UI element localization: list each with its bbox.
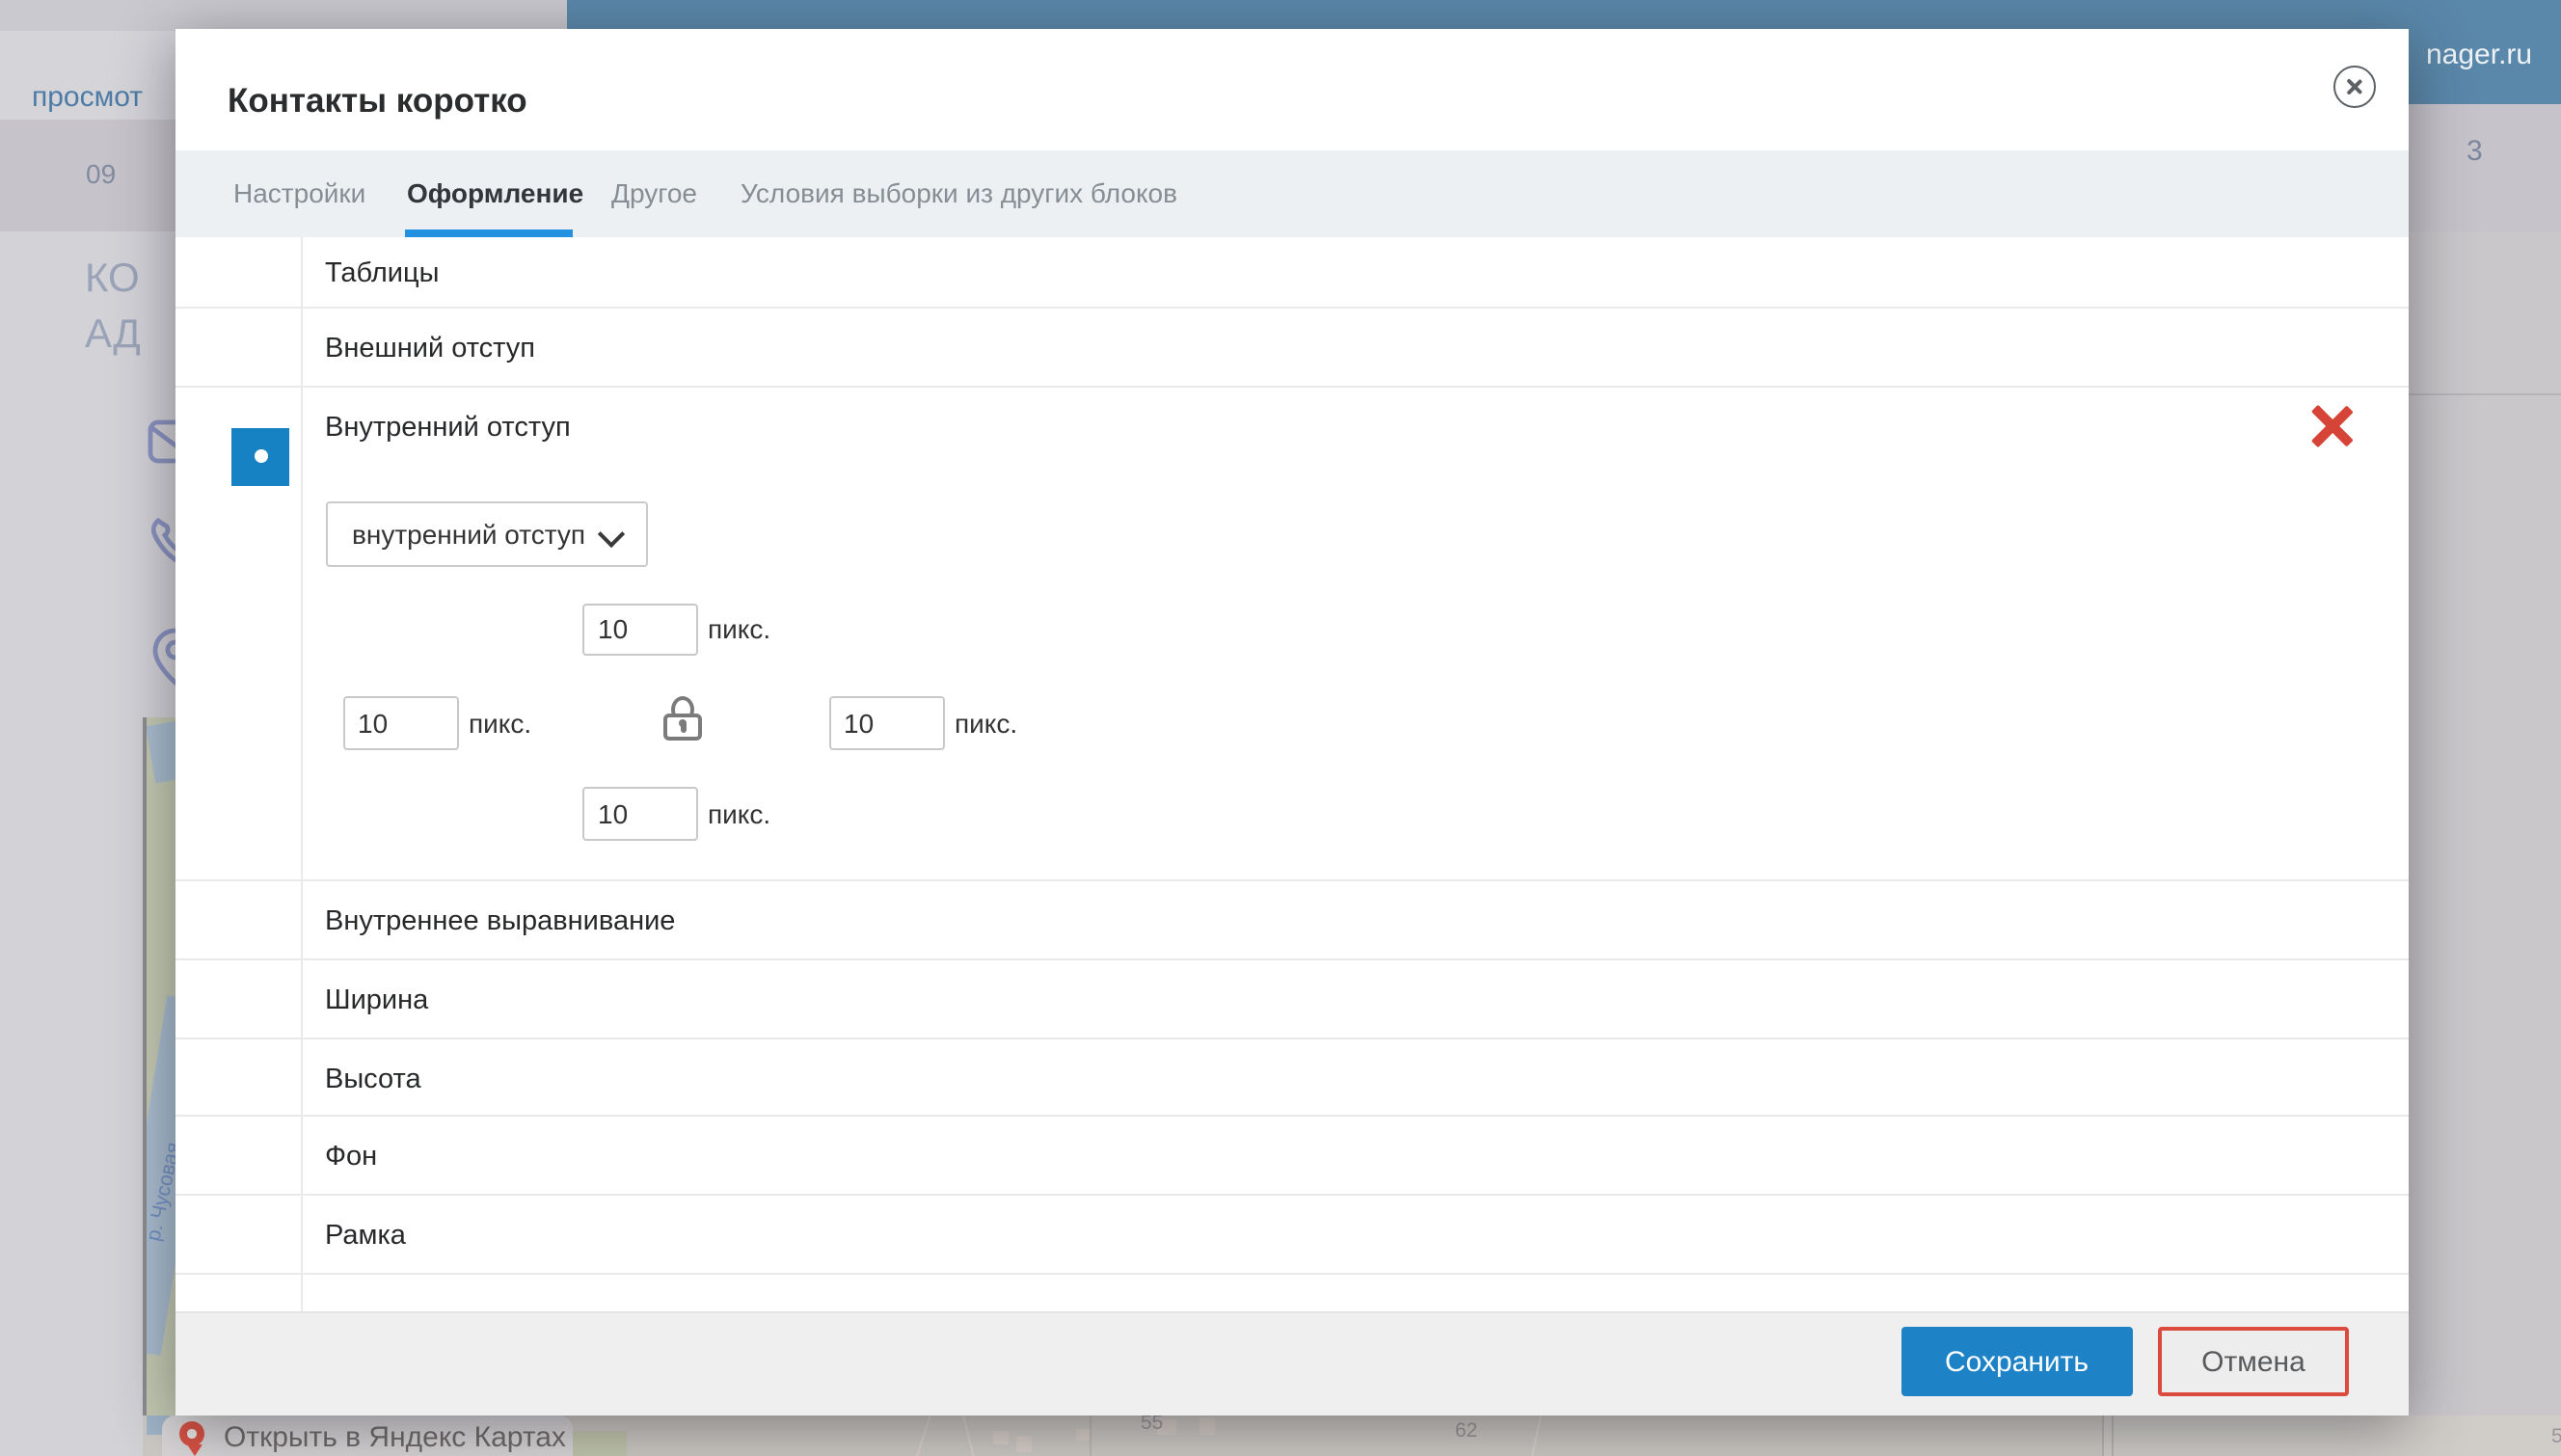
map-pin-icon — [179, 1421, 204, 1446]
row-label: Внутреннее выравнивание — [325, 905, 676, 936]
row-fon[interactable]: Фон — [175, 1117, 2409, 1196]
background-map-left-strip: р. Чусовая — [142, 717, 175, 1456]
padding-bottom-input[interactable] — [582, 787, 698, 840]
map-building — [1075, 1429, 1089, 1441]
row-label: Рамка — [325, 1221, 406, 1252]
modal-tabbar: Настройки Оформление Другое Условия выбо… — [175, 149, 2409, 236]
tab-drugoe[interactable]: Другое — [611, 176, 697, 207]
padding-right-input[interactable] — [828, 696, 944, 749]
tab-usloviya-vyborki[interactable]: Условия выборки из других блоков — [741, 176, 1177, 207]
map-road-line — [959, 1416, 977, 1456]
row-label: Таблицы — [325, 257, 440, 288]
site-domain-text: nager.ru — [2426, 39, 2533, 71]
map-number-label: 5 — [2551, 1425, 2561, 1448]
background-topbar — [0, 0, 567, 31]
map-road-line — [1089, 1416, 1091, 1456]
background-heading-fragment-2: АД — [85, 312, 141, 357]
row-vneshniy-otstup[interactable]: Внешний отступ — [175, 308, 2409, 388]
row-label: Фон — [325, 1142, 378, 1173]
map-pin-icon-tail — [187, 1444, 202, 1456]
map-road-line — [911, 1416, 932, 1456]
map-building — [992, 1431, 1008, 1444]
background-band-right: 3 — [2409, 104, 2561, 230]
row-label: Внешний отступ — [325, 333, 535, 364]
open-yandex-maps-button[interactable]: Открыть в Яндекс Картах — [162, 1416, 572, 1456]
map-building — [1199, 1417, 1214, 1435]
row-partial — [175, 1275, 2409, 1311]
tab-oformlenie[interactable]: Оформление — [407, 176, 583, 207]
unit-label: пикс. — [708, 613, 771, 644]
save-button[interactable]: Сохранить — [1901, 1327, 2133, 1396]
settings-rows: Таблицы Внешний отступ Внутренний отступ… — [175, 236, 2409, 1311]
row-vnutrenniy-otstup-expanded: Внутренний отступ внутренний отступ пикс… — [175, 388, 2409, 880]
lock-icon[interactable] — [663, 696, 704, 741]
open-yandex-maps-label: Открыть в Яндекс Картах — [224, 1420, 566, 1453]
map-road-line — [2112, 1416, 2114, 1456]
background-divider-right — [2409, 393, 2561, 395]
background-panel-right — [2409, 230, 2561, 1416]
modal-title: Контакты коротко — [228, 81, 527, 120]
map-road-line — [1527, 1416, 1543, 1456]
lock-keyhole — [679, 718, 687, 733]
row-shirina[interactable]: Ширина — [175, 959, 2409, 1038]
map-building — [1015, 1437, 1031, 1452]
row-vnutrennee-vyravnivanie[interactable]: Внутреннее выравнивание — [175, 880, 2409, 959]
active-tab-underline — [405, 229, 573, 236]
row-ramka[interactable]: Рамка — [175, 1196, 2409, 1275]
unit-label: пикс. — [708, 797, 771, 828]
tab-nastroyki[interactable]: Настройки — [233, 176, 365, 207]
row-label: Высота — [325, 1064, 421, 1094]
background-heading-fragment-1: КО — [85, 256, 140, 301]
chevron-down-icon — [597, 519, 626, 548]
background-map-bottom-right: 5 — [2102, 1416, 2561, 1456]
row-label[interactable]: Внутренний отступ — [325, 413, 571, 444]
close-icon[interactable] — [2333, 66, 2376, 108]
padding-left-input[interactable] — [342, 696, 458, 749]
modal-footer: Сохранить Отмена — [175, 1311, 2409, 1416]
row-vysota[interactable]: Высота — [175, 1038, 2409, 1117]
screen: nager.ru просмот 09 КО АД р. Чусовая 3 5… — [0, 0, 2561, 1456]
unit-label: пикс. — [955, 707, 1018, 738]
delete-section-icon[interactable] — [2308, 403, 2355, 449]
row-label: Ширина — [325, 984, 429, 1015]
padding-top-input[interactable] — [582, 603, 698, 656]
map-green-patch — [572, 1431, 626, 1456]
padding-type-select[interactable]: внутренний отступ — [325, 500, 648, 567]
settings-modal: Контакты коротко Настройки Оформление Др… — [175, 29, 2409, 1416]
row-active-marker[interactable] — [231, 427, 289, 485]
background-number-left: 09 — [86, 158, 117, 189]
unit-label: пикс. — [469, 707, 532, 738]
map-number-label: 62 — [1455, 1419, 1478, 1443]
row-tablicy[interactable]: Таблицы — [175, 236, 2409, 308]
background-number-right: 3 — [2467, 135, 2483, 168]
cancel-button[interactable]: Отмена — [2158, 1327, 2349, 1396]
map-number-label: 55 — [1141, 1416, 1164, 1435]
padding-type-select-value: внутренний отступ — [352, 518, 586, 549]
background-view-link[interactable]: просмот — [32, 81, 143, 114]
map-water-patch — [145, 720, 175, 784]
